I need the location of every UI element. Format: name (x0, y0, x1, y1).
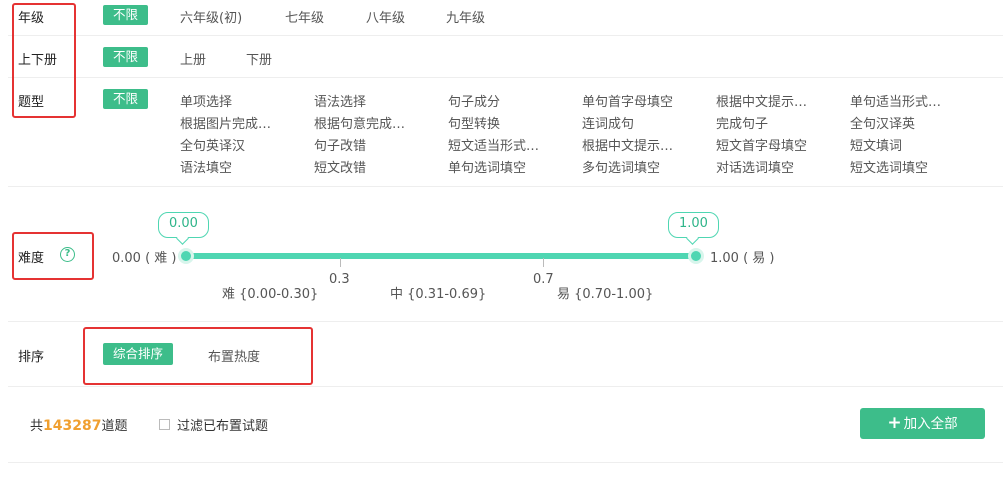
qtype-option[interactable]: 根据句意完成… (314, 113, 405, 132)
tick-mark-03 (340, 258, 341, 267)
difficulty-max-text: 1.00 ( 易 ) (710, 251, 775, 266)
volume-row (8, 36, 1003, 78)
sort-comprehensive-button[interactable]: 综合排序 (103, 343, 174, 365)
sort-label: 排序 (18, 350, 45, 365)
plus-icon: + (887, 413, 902, 433)
qtype-option[interactable]: 根据中文提示… (716, 91, 807, 110)
qtype-option[interactable]: 句型转换 (448, 113, 500, 132)
footer-row (8, 387, 1003, 463)
qtype-option[interactable]: 全句汉译英 (850, 113, 915, 132)
qtype-option[interactable]: 短文改错 (314, 157, 366, 176)
band-easy-label: 易 {0.70-1.00} (557, 287, 654, 302)
qtype-option[interactable]: 短文适当形式… (448, 135, 539, 154)
filter-assigned-label[interactable]: 过滤已布置试题 (177, 415, 268, 434)
qtype-option[interactable]: 语法选择 (314, 91, 366, 110)
tick-label-03: 0.3 (329, 272, 350, 287)
difficulty-low-bubble: 0.00 (158, 212, 209, 238)
add-all-label: 加入全部 (903, 416, 958, 432)
help-icon[interactable]: ? (60, 247, 75, 262)
difficulty-slider-track[interactable] (178, 253, 697, 259)
total-count-number: 143287 (43, 418, 102, 434)
total-prefix: 共 (30, 419, 44, 434)
qtype-all-tag[interactable]: 不限 (103, 89, 149, 109)
qtype-option[interactable]: 句子成分 (448, 91, 500, 110)
grade-option-9[interactable]: 九年级 (446, 7, 485, 26)
grade-option-7[interactable]: 七年级 (285, 7, 324, 26)
qtype-option[interactable]: 语法填空 (180, 157, 232, 176)
volume-label: 上下册 (18, 53, 58, 68)
tick-label-07: 0.7 (533, 272, 554, 287)
qtype-option[interactable]: 多句选词填空 (582, 157, 660, 176)
qtype-option[interactable]: 根据中文提示… (582, 135, 673, 154)
qtype-option[interactable]: 对话选词填空 (716, 157, 794, 176)
qtype-option[interactable]: 单句选词填空 (448, 157, 526, 176)
sort-popularity-button[interactable]: 布置热度 (208, 346, 260, 365)
filter-assigned-checkbox[interactable] (159, 419, 170, 430)
qtype-option[interactable]: 单句首字母填空 (582, 91, 673, 110)
grade-option-8[interactable]: 八年级 (366, 7, 405, 26)
volume-all-tag[interactable]: 不限 (103, 47, 149, 67)
qtype-option[interactable]: 连词成句 (582, 113, 634, 132)
tick-mark-07 (543, 258, 544, 267)
qtype-option[interactable]: 短文填词 (850, 135, 902, 154)
qtype-option[interactable]: 单项选择 (180, 91, 232, 110)
band-hard-label: 难 {0.00-0.30} (222, 287, 319, 302)
total-suffix: 道题 (101, 419, 128, 434)
difficulty-high-bubble: 1.00 (668, 212, 719, 238)
qtype-option[interactable]: 单句适当形式… (850, 91, 941, 110)
difficulty-high-handle[interactable] (688, 248, 704, 264)
qtype-option[interactable]: 句子改错 (314, 135, 366, 154)
qtype-option[interactable]: 短文选词填空 (850, 157, 928, 176)
difficulty-min-text: 0.00 ( 难 ) (112, 251, 177, 266)
volume-option-down[interactable]: 下册 (246, 49, 272, 68)
grade-label: 年级 (18, 11, 45, 26)
qtype-label: 题型 (18, 95, 45, 110)
difficulty-low-handle[interactable] (178, 248, 194, 264)
band-mid-label: 中 {0.31-0.69} (390, 287, 487, 302)
difficulty-label: 难度 (18, 251, 45, 266)
volume-option-up[interactable]: 上册 (180, 49, 206, 68)
qtype-option[interactable]: 短文首字母填空 (716, 135, 807, 154)
qtype-option[interactable]: 全句英译汉 (180, 135, 245, 154)
qtype-option[interactable]: 根据图片完成… (180, 113, 271, 132)
add-all-button[interactable]: + 加入全部 (860, 408, 985, 439)
total-count-text: 共143287道题 (30, 415, 127, 434)
grade-row (8, 0, 1003, 36)
grade-all-tag[interactable]: 不限 (103, 5, 149, 25)
grade-option-6[interactable]: 六年级(初) (180, 7, 242, 26)
qtype-option[interactable]: 完成句子 (716, 113, 768, 132)
